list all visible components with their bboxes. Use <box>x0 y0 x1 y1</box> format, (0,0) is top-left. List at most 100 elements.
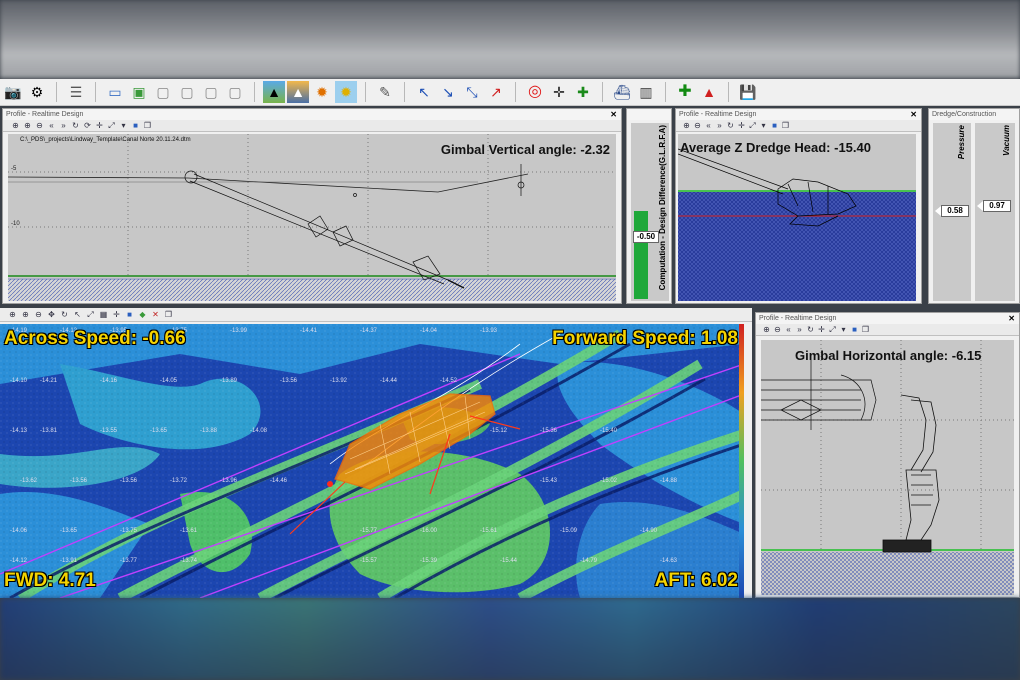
profile-canvas-top[interactable]: -5 -10 C:\_PDS\_projects\Lindway_Templat… <box>7 134 616 301</box>
settings-sliders-icon[interactable]: ☰ <box>65 81 87 103</box>
pan-right-icon[interactable]: » <box>59 121 68 130</box>
rotate-icon[interactable]: ↻ <box>71 121 80 130</box>
pen-icon[interactable]: ✎ <box>374 81 396 103</box>
app-window: 📷 ⚙ ☰ ▭ ▣ ▢ ▢ ▢ ▢ ▲ ▲ ✹ ✹ ✎ ↖ ↘ ⤡ ↗ ◎ ✛ … <box>0 0 1020 680</box>
profile-panel-top: Profile - Realtime Design ✕ ⊕ ⊕ ⊖ «» ↻ ⟳ ✛ ⤢ … <box>2 108 622 304</box>
svg-text:-15.57: -15.57 <box>360 558 378 564</box>
plan-canvas[interactable]: -14.19 -14.12 -13.95 -13.75 -13.99 -14.41 -14.… <box>0 324 747 598</box>
copy-icon[interactable]: ❐ <box>861 325 870 334</box>
view-menu-icon[interactable]: ▾ <box>759 121 768 130</box>
pan-icon[interactable]: ✥ <box>47 310 56 319</box>
zoom-in-icon[interactable]: ⊕ <box>682 121 691 130</box>
zoom-in-icon[interactable]: ⊕ <box>21 310 30 319</box>
view-menu-icon[interactable]: ▾ <box>119 121 128 130</box>
blurred-background-bottom <box>0 598 1020 680</box>
zoom-out-icon[interactable]: ⊖ <box>34 310 43 319</box>
crosshair-icon[interactable]: ✛ <box>112 310 121 319</box>
svg-text:-15.39: -15.39 <box>420 558 438 564</box>
crosshair-green-icon[interactable]: ✚ <box>572 81 594 103</box>
crosshair-icon[interactable]: ✛ <box>737 121 746 130</box>
landscape-icon[interactable]: ▲ <box>263 81 285 103</box>
svg-text:-14.52: -14.52 <box>440 378 458 384</box>
cursor-blue-icon[interactable]: ↖ <box>413 81 435 103</box>
svg-text:-13.93: -13.93 <box>480 328 498 334</box>
profile-drawing-top <box>7 134 616 301</box>
pan-right-icon[interactable]: » <box>795 325 804 334</box>
cursor-blue2-icon[interactable]: ↘ <box>437 81 459 103</box>
cursor-blue3-icon[interactable]: ⤡ <box>461 81 483 103</box>
zoom-out-icon[interactable]: ⊖ <box>35 121 44 130</box>
panel-title-spacer <box>627 109 671 120</box>
zoom-fit-icon[interactable]: ⊕ <box>11 121 20 130</box>
blurred-background-top <box>0 0 1020 78</box>
layers-icon[interactable]: ■ <box>850 325 859 334</box>
film-reel-icon[interactable]: ⚙ <box>26 81 48 103</box>
svg-text:-13.61: -13.61 <box>180 528 198 534</box>
save-icon[interactable]: 💾 <box>737 81 759 103</box>
window-add-icon[interactable]: ▣ <box>128 81 150 103</box>
close-icon[interactable]: ✕ <box>610 109 617 120</box>
dredge-arm-right <box>882 394 940 553</box>
cursor-icon[interactable]: ↖ <box>73 310 82 319</box>
close-icon[interactable]: ✕ <box>910 109 917 120</box>
rotate-icon[interactable]: ↻ <box>726 121 735 130</box>
refresh-icon[interactable]: ⟳ <box>83 121 92 130</box>
view-menu-icon[interactable]: ▾ <box>839 325 848 334</box>
zoom-in-icon[interactable]: ⊕ <box>23 121 32 130</box>
measure-icon[interactable]: ⤢ <box>828 325 837 335</box>
layers-icon[interactable]: ■ <box>131 121 140 130</box>
panel-title: Dredge/Construction <box>929 109 1019 120</box>
zoom-out-icon[interactable]: ⊖ <box>693 121 702 130</box>
panel-title: Profile - Realtime Design ✕ <box>676 109 921 120</box>
building-icon[interactable]: ▥ <box>635 81 657 103</box>
sun-sky-icon[interactable]: ✹ <box>335 81 357 103</box>
measure-icon[interactable]: ⤢ <box>748 121 757 131</box>
lifebuoy-icon[interactable]: ◎ <box>524 81 546 103</box>
copy-icon[interactable]: ❐ <box>164 310 173 319</box>
shapes-icon[interactable]: ▲ <box>698 81 720 103</box>
panel-title: Profile - Realtime Design ✕ <box>3 109 621 120</box>
svg-text:-15.36: -15.36 <box>540 428 558 434</box>
color-icon[interactable]: ◆ <box>138 310 147 319</box>
window-gray-icon[interactable]: ▢ <box>200 81 222 103</box>
crosshair-icon[interactable]: ✛ <box>817 325 826 334</box>
window-gray-icon[interactable]: ▢ <box>224 81 246 103</box>
toolbar-separator <box>602 82 603 102</box>
delete-icon[interactable]: ✕ <box>151 310 160 319</box>
svg-text:-15.43: -15.43 <box>540 478 558 484</box>
camera-icon[interactable]: 📷 <box>2 81 24 103</box>
layers-icon[interactable]: ■ <box>125 310 134 319</box>
profile-canvas-mid[interactable]: Average Z Dredge Head: -15.40 <box>677 134 916 301</box>
profile-drawing-mid <box>677 148 916 301</box>
pan-left-icon[interactable]: « <box>704 121 713 130</box>
grid-icon[interactable]: ▦ <box>99 310 108 319</box>
sunset-icon[interactable]: ▲ <box>287 81 309 103</box>
pan-right-icon[interactable]: » <box>715 121 724 130</box>
window-gray-icon[interactable]: ▢ <box>152 81 174 103</box>
rotate-icon[interactable]: ↻ <box>806 325 815 334</box>
layers-icon[interactable]: ■ <box>770 121 779 130</box>
cursor-red-icon[interactable]: ↗ <box>485 81 507 103</box>
copy-icon[interactable]: ❐ <box>143 121 152 130</box>
profile-canvas-right[interactable]: Gimbal Horizontal angle: -6.15 <box>761 340 1014 595</box>
pan-left-icon[interactable]: « <box>47 121 56 130</box>
sun-icon[interactable]: ✹ <box>311 81 333 103</box>
rotate-icon[interactable]: ↻ <box>60 310 69 319</box>
vessel-icon[interactable]: ⛴ <box>611 81 633 103</box>
zoom-fit-icon[interactable]: ⊕ <box>8 310 17 319</box>
crosshair-add-icon[interactable]: ✛ <box>548 81 570 103</box>
copy-icon[interactable]: ❐ <box>781 121 790 130</box>
window-gray-icon[interactable]: ▢ <box>176 81 198 103</box>
measure-icon[interactable]: ⤢ <box>107 121 116 131</box>
average-z-dredge-head: Average Z Dredge Head: -15.40 <box>680 140 871 155</box>
gauge-canvas: -0.50 Computation - Design Difference(G.… <box>631 123 669 301</box>
zoom-out-icon[interactable]: ⊖ <box>773 325 782 334</box>
pan-left-icon[interactable]: « <box>784 325 793 334</box>
close-icon[interactable]: ✕ <box>1008 313 1015 324</box>
window-icon[interactable]: ▭ <box>104 81 126 103</box>
add-green-icon[interactable]: ✚ <box>674 81 696 103</box>
crosshair-icon[interactable]: ✛ <box>95 121 104 130</box>
zoom-in-icon[interactable]: ⊕ <box>762 325 771 334</box>
panel-title: Profile - Realtime Design ✕ <box>756 313 1019 324</box>
measure-icon[interactable]: ⤢ <box>86 310 95 320</box>
